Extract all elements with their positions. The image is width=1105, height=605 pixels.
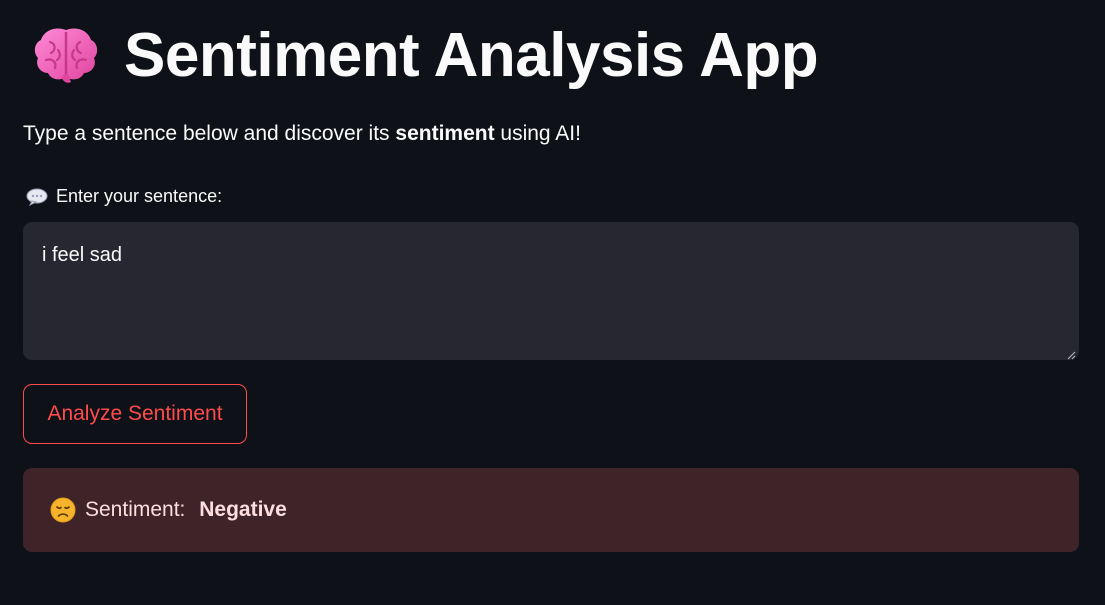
sentiment-result-value: Negative: [199, 498, 287, 521]
sentence-input-label: Enter your sentence:: [26, 186, 222, 207]
intro-text: Type a sentence below and discover its s…: [23, 122, 581, 146]
intro-text-end: using AI!: [494, 122, 581, 145]
disappointed-face-icon: [49, 496, 77, 524]
sentence-input-label-text: Enter your sentence:: [56, 186, 223, 206]
sentence-textarea[interactable]: i feel sad: [23, 222, 1079, 360]
page-header: Sentiment Analysis App: [30, 18, 819, 94]
sentiment-result-alert: Sentiment: Negative: [23, 468, 1079, 552]
app-root: Sentiment Analysis App Type a sentence b…: [0, 0, 1105, 605]
sentiment-result-label: Sentiment:: [85, 498, 192, 521]
intro-text-bold: sentiment: [395, 122, 495, 145]
resize-handle-icon[interactable]: [1066, 347, 1076, 360]
sentence-textarea-value[interactable]: i feel sad: [42, 244, 1060, 267]
analyze-sentiment-button[interactable]: Analyze Sentiment: [23, 384, 247, 444]
brain-icon: [30, 20, 102, 92]
intro-text-start: Type a sentence below and discover its: [23, 122, 396, 145]
speech-bubble-icon: [26, 188, 48, 206]
page-title: Sentiment Analysis App: [124, 21, 819, 90]
